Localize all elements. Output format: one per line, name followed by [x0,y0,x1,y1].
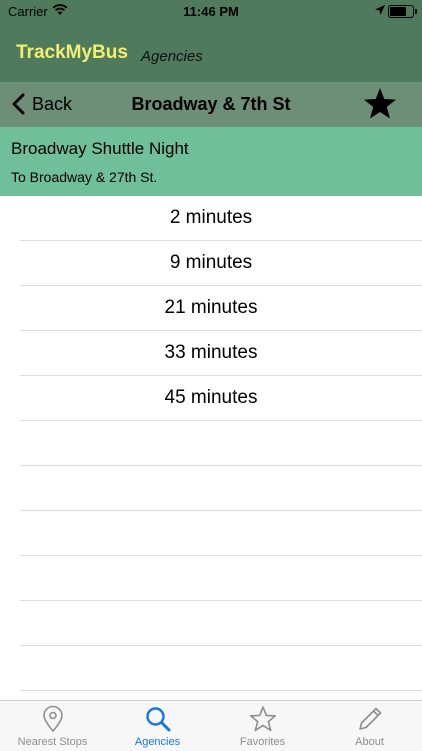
clock: 11:46 PM [183,4,239,19]
tab-label: Favorites [239,736,286,748]
tab-label: Nearest Stops [17,736,88,748]
route-header: Broadway Shuttle Night To Broadway & 27t… [0,127,422,196]
empty-row [20,511,422,556]
tab-label: Agencies [134,736,181,748]
empty-row [20,601,422,646]
arrival-list: 2 minutes 9 minutes 21 minutes 33 minute… [0,196,422,691]
arrival-time: 21 minutes [164,297,258,318]
location-arrow-icon [375,5,385,15]
page-title: Broadway & 7th St [131,94,291,114]
tab-label: About [355,736,384,748]
star-filled-icon[interactable] [362,86,398,122]
route-name: Broadway Shuttle Night [11,139,189,158]
tab-agencies[interactable]: Agencies [105,701,210,751]
empty-row [20,646,422,691]
pencil-icon [358,707,381,730]
section-subtitle: Agencies [141,48,203,65]
arrival-row[interactable]: 21 minutes [20,286,422,331]
battery-icon [388,5,417,18]
star-outline-icon [249,706,276,732]
arrival-time: 2 minutes [169,207,253,228]
tab-bar: Nearest Stops Agencies Favorites About [0,700,422,751]
route-destination: To Broadway & 27th St. [11,169,158,185]
arrival-time: 33 minutes [164,342,258,363]
tab-about[interactable]: About [317,701,422,751]
arrival-row[interactable]: 45 minutes [20,376,422,421]
map-pin-icon [42,705,63,733]
arrival-row[interactable]: 33 minutes [20,331,422,376]
app-title: TrackMyBus [16,42,128,63]
tab-favorites[interactable]: Favorites [210,701,315,751]
empty-row [20,556,422,601]
app-header: TrackMyBus Agencies [0,22,422,82]
search-icon [145,707,170,732]
arrival-time: 9 minutes [169,252,253,273]
status-bar: Carrier 11:46 PM [0,0,422,22]
arrival-row[interactable]: 9 minutes [20,241,422,286]
empty-row [20,421,422,466]
empty-row [20,466,422,511]
arrival-row[interactable]: 2 minutes [20,196,422,241]
tab-nearest-stops[interactable]: Nearest Stops [0,701,105,751]
arrival-time: 45 minutes [164,387,258,408]
navigation-bar: Back Broadway & 7th St [0,82,422,127]
